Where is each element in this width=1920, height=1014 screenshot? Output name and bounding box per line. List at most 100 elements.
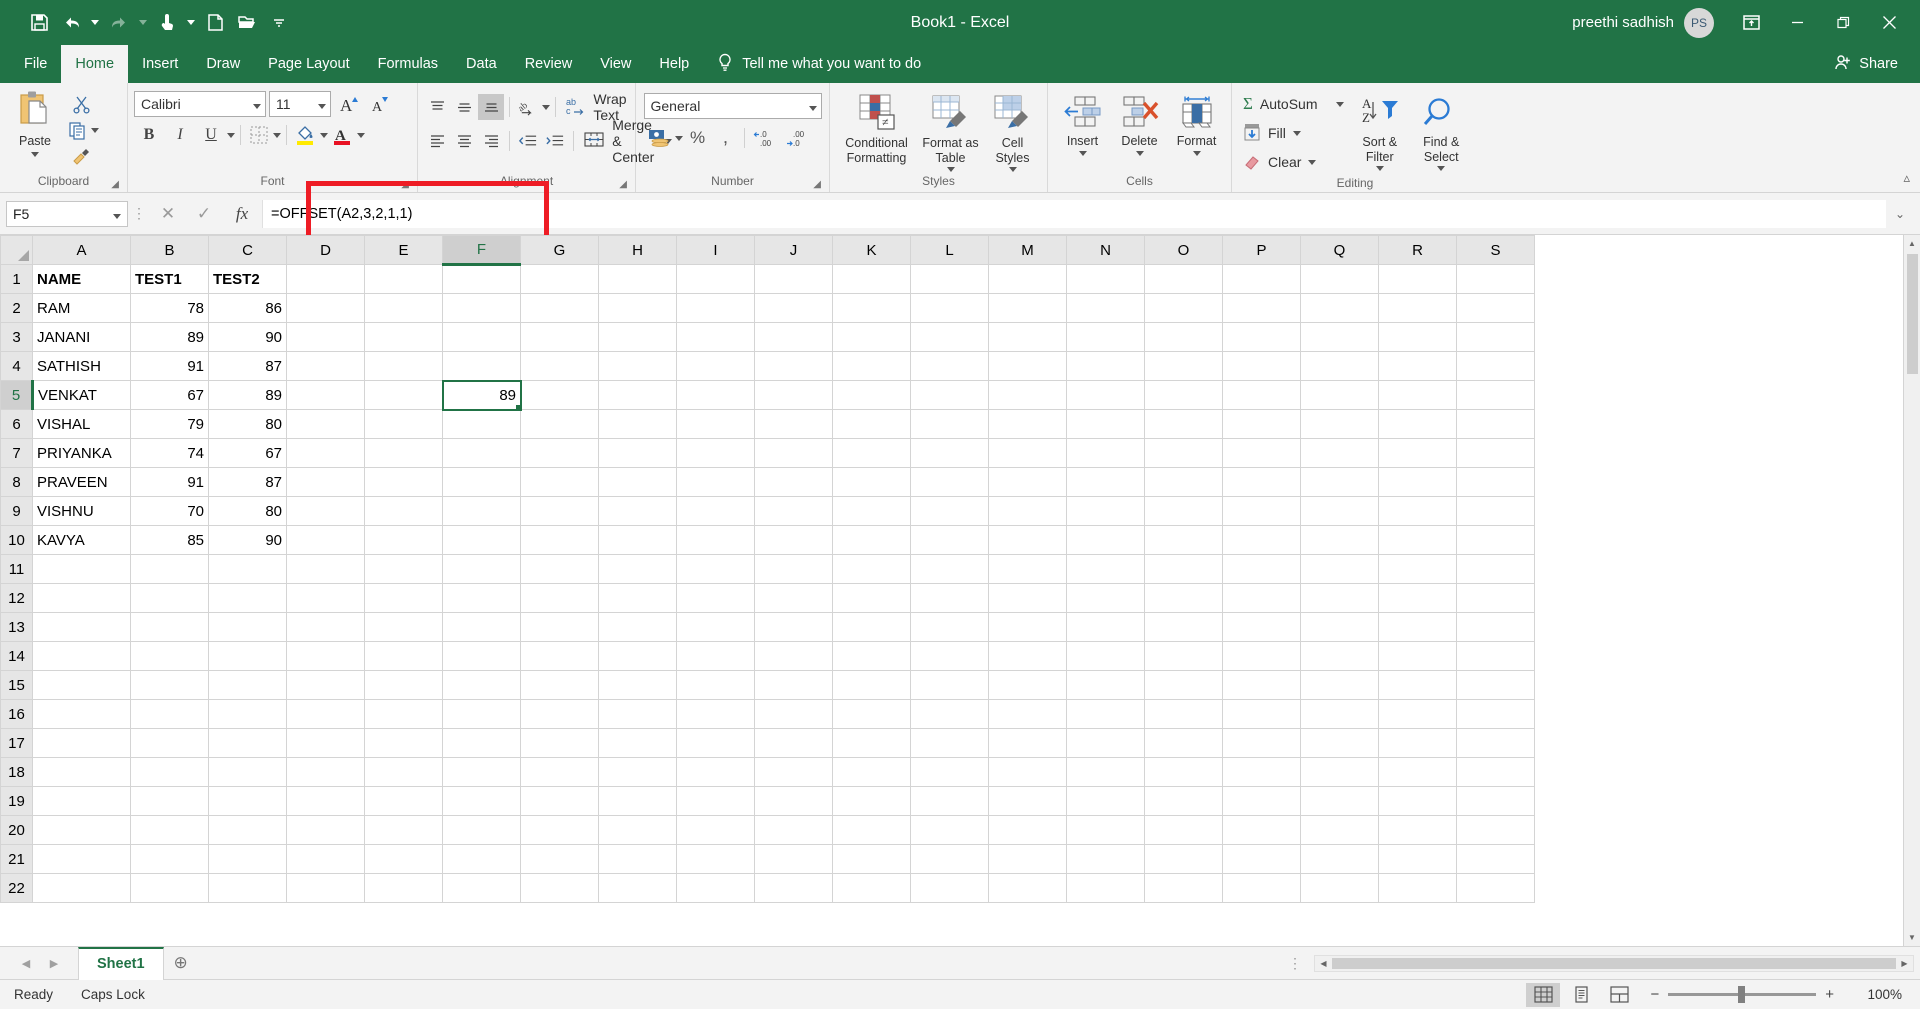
cell-D11[interactable] (287, 555, 365, 584)
cell-A12[interactable] (33, 584, 131, 613)
row-header-2[interactable]: 2 (1, 294, 33, 323)
touch-mode-icon[interactable] (152, 8, 182, 38)
row-header-11[interactable]: 11 (1, 555, 33, 584)
cell-H20[interactable] (599, 816, 677, 845)
cell-S2[interactable] (1457, 294, 1535, 323)
col-header-N[interactable]: N (1067, 236, 1145, 265)
cell-O7[interactable] (1145, 439, 1223, 468)
tab-page-layout[interactable]: Page Layout (254, 45, 363, 83)
cell-J19[interactable] (755, 787, 833, 816)
cell-H7[interactable] (599, 439, 677, 468)
row-header-3[interactable]: 3 (1, 323, 33, 352)
cell-I21[interactable] (677, 845, 755, 874)
cell-F9[interactable] (443, 497, 521, 526)
row-header-14[interactable]: 14 (1, 642, 33, 671)
row-header-8[interactable]: 8 (1, 468, 33, 497)
col-header-J[interactable]: J (755, 236, 833, 265)
cell-F15[interactable] (443, 671, 521, 700)
cell-Q4[interactable] (1301, 352, 1379, 381)
cell-D20[interactable] (287, 816, 365, 845)
cell-J13[interactable] (755, 613, 833, 642)
cell-C22[interactable] (209, 874, 287, 903)
row-header-13[interactable]: 13 (1, 613, 33, 642)
number-dialog-launcher[interactable]: ◢ (813, 179, 821, 190)
cell-C12[interactable] (209, 584, 287, 613)
cell-J22[interactable] (755, 874, 833, 903)
format-painter-button[interactable] (64, 143, 99, 169)
cell-L14[interactable] (911, 642, 989, 671)
zoom-track[interactable] (1668, 993, 1816, 996)
cell-O3[interactable] (1145, 323, 1223, 352)
fill-color-button[interactable] (292, 122, 319, 148)
scroll-down-arrow-icon[interactable]: ▼ (1904, 929, 1920, 946)
bold-button[interactable]: B (134, 122, 164, 148)
cell-O15[interactable] (1145, 671, 1223, 700)
cell-G21[interactable] (521, 845, 599, 874)
cell-N20[interactable] (1067, 816, 1145, 845)
select-all-button[interactable] (1, 236, 33, 265)
italic-button[interactable]: I (165, 122, 195, 148)
cell-D6[interactable] (287, 410, 365, 439)
format-as-table-button[interactable]: Format as Table (917, 89, 985, 172)
cell-R3[interactable] (1379, 323, 1457, 352)
orientation-dropdown-icon[interactable] (542, 105, 550, 110)
cell-B10[interactable]: 85 (131, 526, 209, 555)
decrease-indent-button[interactable] (515, 128, 541, 154)
col-header-S[interactable]: S (1457, 236, 1535, 265)
cell-Q9[interactable] (1301, 497, 1379, 526)
cell-K2[interactable] (833, 294, 911, 323)
cell-Q20[interactable] (1301, 816, 1379, 845)
cell-D13[interactable] (287, 613, 365, 642)
cell-F2[interactable] (443, 294, 521, 323)
cell-K14[interactable] (833, 642, 911, 671)
cell-M3[interactable] (989, 323, 1067, 352)
cell-G17[interactable] (521, 729, 599, 758)
cell-D5[interactable] (287, 381, 365, 410)
cell-P11[interactable] (1223, 555, 1301, 584)
cell-D12[interactable] (287, 584, 365, 613)
cell-B11[interactable] (131, 555, 209, 584)
zoom-thumb[interactable] (1738, 986, 1745, 1003)
cell-Q18[interactable] (1301, 758, 1379, 787)
row-header-17[interactable]: 17 (1, 729, 33, 758)
align-bottom-button[interactable] (478, 94, 504, 120)
cell-G15[interactable] (521, 671, 599, 700)
cell-O8[interactable] (1145, 468, 1223, 497)
share-button[interactable]: Share (1834, 45, 1920, 83)
col-header-B[interactable]: B (131, 236, 209, 265)
tab-insert[interactable]: Insert (128, 45, 192, 83)
cell-A1[interactable]: NAME (33, 265, 131, 294)
cell-N6[interactable] (1067, 410, 1145, 439)
row-header-16[interactable]: 16 (1, 700, 33, 729)
cell-M2[interactable] (989, 294, 1067, 323)
cell-M10[interactable] (989, 526, 1067, 555)
cell-C7[interactable]: 67 (209, 439, 287, 468)
cell-S20[interactable] (1457, 816, 1535, 845)
ribbon-display-options-button[interactable] (1728, 0, 1774, 45)
cell-G13[interactable] (521, 613, 599, 642)
cell-D21[interactable] (287, 845, 365, 874)
cell-styles-dropdown-icon[interactable] (1009, 167, 1017, 172)
cell-S4[interactable] (1457, 352, 1535, 381)
row-header-5[interactable]: 5 (1, 381, 33, 410)
horizontal-scrollbar-thumb[interactable] (1332, 958, 1896, 969)
cell-C17[interactable] (209, 729, 287, 758)
avatar[interactable]: PS (1684, 8, 1714, 38)
cell-G1[interactable] (521, 265, 599, 294)
cell-B7[interactable]: 74 (131, 439, 209, 468)
cell-D19[interactable] (287, 787, 365, 816)
cell-N21[interactable] (1067, 845, 1145, 874)
cell-K3[interactable] (833, 323, 911, 352)
cell-K10[interactable] (833, 526, 911, 555)
cell-S17[interactable] (1457, 729, 1535, 758)
normal-view-button[interactable] (1526, 983, 1560, 1007)
cell-S14[interactable] (1457, 642, 1535, 671)
cell-G6[interactable] (521, 410, 599, 439)
cell-M1[interactable] (989, 265, 1067, 294)
previous-sheet-button[interactable]: ◀ (12, 949, 40, 977)
cell-M6[interactable] (989, 410, 1067, 439)
next-sheet-button[interactable]: ▶ (40, 949, 68, 977)
row-header-9[interactable]: 9 (1, 497, 33, 526)
cell-M20[interactable] (989, 816, 1067, 845)
cell-J8[interactable] (755, 468, 833, 497)
